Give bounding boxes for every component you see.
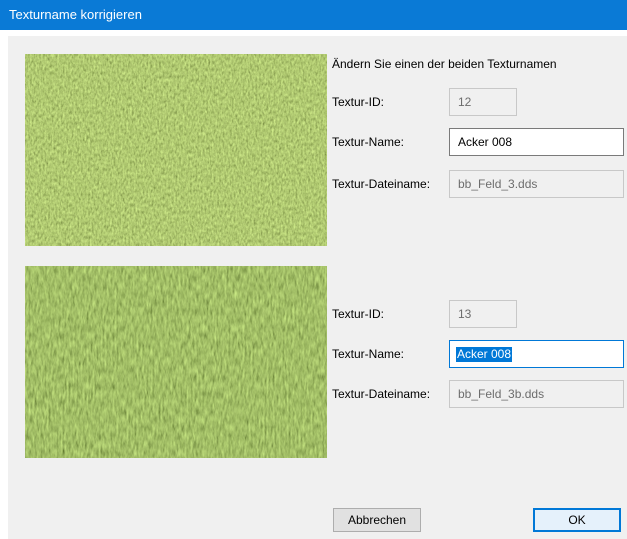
dialog-title-bar[interactable]: Texturname korrigieren: [0, 0, 627, 30]
cancel-button[interactable]: Abbrechen: [333, 508, 421, 532]
texture-2-id-field[interactable]: 13: [449, 300, 517, 328]
ok-button[interactable]: OK: [533, 508, 621, 532]
texture-2-name-label: Textur-Name:: [332, 347, 405, 361]
instruction-text: Ändern Sie einen der beiden Texturnamen: [332, 57, 557, 71]
texture-2-name-selected-text: Acker 008: [456, 347, 513, 362]
dialog-body: Ändern Sie einen der beiden Texturnamen …: [8, 36, 627, 539]
texture-1-preview: [25, 54, 327, 246]
texture-1-image: [25, 54, 327, 246]
texture-1-id-field[interactable]: 12: [449, 88, 517, 116]
texture-2-preview: [25, 266, 327, 458]
texture-2-image: [25, 266, 327, 458]
texture-2-id-label: Textur-ID:: [332, 307, 385, 321]
texture-1-id-label: Textur-ID:: [332, 95, 385, 109]
texture-2-file-label: Textur-Dateiname:: [332, 387, 431, 401]
texture-2-name-input[interactable]: Acker 008: [449, 340, 624, 368]
texture-1-file-field[interactable]: bb_Feld_3.dds: [449, 170, 624, 198]
texture-1-file-label: Textur-Dateiname:: [332, 177, 431, 191]
texture-1-name-label: Textur-Name:: [332, 135, 405, 149]
texture-2-file-field[interactable]: bb_Feld_3b.dds: [449, 380, 624, 408]
dialog-window: Texturname korrigieren Ändern Sie einen …: [0, 0, 627, 539]
texture-1-name-input[interactable]: Acker 008: [449, 128, 624, 156]
dialog-title: Texturname korrigieren: [9, 7, 142, 22]
